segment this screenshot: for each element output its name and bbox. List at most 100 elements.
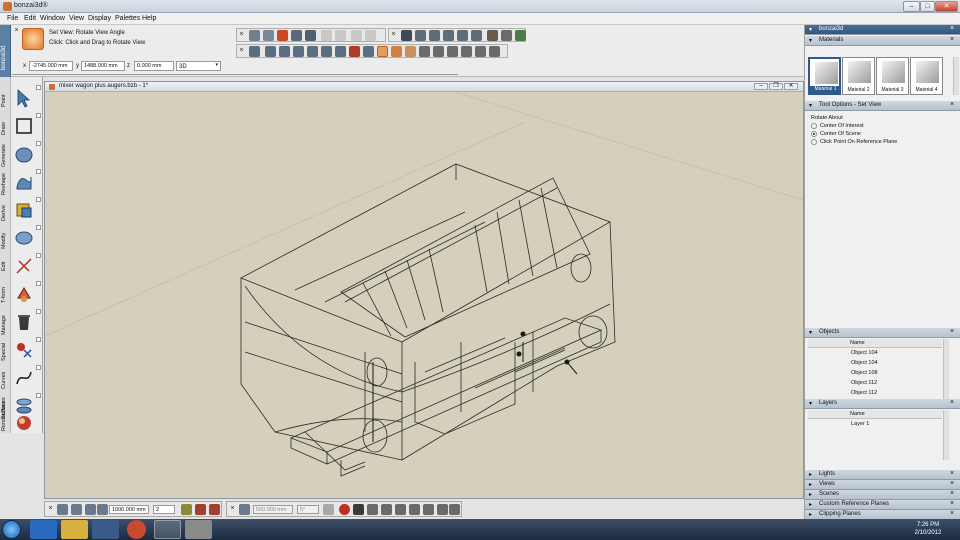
expand-icon[interactable] — [36, 169, 41, 174]
chrome-icon[interactable] — [127, 520, 146, 539]
list-item[interactable]: Layer 1 — [808, 419, 942, 429]
collapse-icon[interactable]: ▾ — [809, 26, 812, 33]
set-view-icon[interactable] — [363, 46, 374, 57]
materials-scrollbar[interactable] — [953, 57, 959, 95]
layers-header[interactable]: ▾ Layers × — [805, 399, 960, 409]
lights-header[interactable]: ▸ Lights × — [805, 470, 960, 480]
lock-icon[interactable] — [181, 504, 192, 515]
snap-angle-field[interactable]: 5° — [297, 505, 319, 514]
doc-minimize-button[interactable]: – — [754, 83, 768, 90]
import-icon[interactable] — [291, 30, 302, 41]
zoom-out-icon[interactable] — [447, 46, 458, 57]
close-icon[interactable]: × — [950, 399, 954, 406]
palette-renderzone[interactable]: RenderZone — [0, 400, 43, 433]
fit-view-icon[interactable] — [489, 46, 500, 57]
list-item[interactable]: Object 104 — [808, 348, 942, 358]
snap-tangent-icon[interactable] — [423, 504, 434, 515]
spacing-icon[interactable] — [97, 504, 108, 515]
view-bottom-icon[interactable] — [321, 46, 332, 57]
expand-icon[interactable] — [36, 337, 41, 342]
close-icon[interactable]: × — [950, 101, 954, 108]
view-axon-icon[interactable] — [335, 46, 346, 57]
close-icon[interactable]: × — [950, 500, 954, 507]
materials-header[interactable]: ▾ Materials × — [805, 36, 960, 46]
no-snap-icon[interactable] — [339, 504, 350, 515]
undo-icon[interactable] — [321, 30, 332, 41]
plane-icon[interactable] — [85, 504, 96, 515]
close-icon[interactable]: × — [950, 490, 954, 497]
menu-window[interactable]: Window — [40, 15, 65, 22]
cut-icon[interactable] — [351, 30, 362, 41]
view-top-icon[interactable] — [249, 46, 260, 57]
view-left-icon[interactable] — [293, 46, 304, 57]
new-icon[interactable] — [249, 30, 260, 41]
menu-display[interactable]: Display — [88, 15, 111, 22]
doc-close-button[interactable]: ✕ — [784, 83, 798, 90]
view-back-icon[interactable] — [307, 46, 318, 57]
explorer-icon[interactable] — [61, 520, 88, 539]
material-tile[interactable]: Material 2 — [842, 57, 875, 95]
custom-reference-planes-header[interactable]: ▸ Custom Reference Planes × — [805, 500, 960, 510]
menu-edit[interactable]: Edit — [24, 15, 36, 22]
expand-icon[interactable] — [36, 197, 41, 202]
export-icon[interactable] — [305, 30, 316, 41]
hidden-line-icon[interactable] — [415, 30, 426, 41]
snap-toggle-icon[interactable] — [209, 504, 220, 515]
minimize-button[interactable]: – — [903, 1, 920, 12]
snap-icon[interactable] — [57, 504, 68, 515]
zoom-icon[interactable] — [419, 46, 430, 57]
grid-icon[interactable] — [71, 504, 82, 515]
expand-icon[interactable] — [36, 85, 41, 90]
expand-icon[interactable] — [36, 141, 41, 146]
close-icon[interactable]: × — [390, 31, 397, 39]
zoom-window-icon[interactable] — [461, 46, 472, 57]
material-tile[interactable]: Material 1 — [808, 57, 841, 95]
pan-icon[interactable] — [405, 46, 416, 57]
rotate-view-icon[interactable] — [377, 46, 388, 57]
view-front-icon[interactable] — [265, 46, 276, 57]
preview-icon[interactable] — [443, 30, 454, 41]
expand-icon[interactable] — [36, 113, 41, 118]
perspective-icon[interactable] — [349, 46, 360, 57]
radio-center-of-scene[interactable] — [811, 131, 817, 137]
zoom-in-icon[interactable] — [433, 46, 444, 57]
view-right-icon[interactable] — [279, 46, 290, 57]
mode-select[interactable]: 3D ▾ — [176, 61, 221, 71]
snap-grid-icon[interactable] — [323, 504, 334, 515]
redo-icon[interactable] — [335, 30, 346, 41]
close-icon[interactable]: × — [950, 480, 954, 487]
render-icon[interactable] — [457, 30, 468, 41]
orbit-icon[interactable] — [391, 46, 402, 57]
x-coordinate-field[interactable]: -2745.000 mm — [29, 61, 73, 71]
checklist-icon[interactable] — [515, 30, 526, 41]
menu-palettes[interactable]: Palettes — [115, 15, 140, 22]
close-icon[interactable]: × — [229, 505, 236, 513]
expand-icon[interactable] — [36, 365, 41, 370]
distance-field[interactable]: 1000.000 mm — [109, 505, 149, 514]
snap-distance-field[interactable]: 500.000 mm — [253, 505, 293, 514]
magnet-icon[interactable] — [195, 504, 206, 515]
copy-icon[interactable] — [365, 30, 376, 41]
save-icon[interactable] — [277, 30, 288, 41]
snap-center-icon[interactable] — [381, 504, 392, 515]
radio-center-of-interest[interactable] — [811, 123, 817, 129]
maximize-button[interactable]: □ — [920, 1, 935, 12]
menu-help[interactable]: Help — [142, 15, 156, 22]
snap-surface-icon[interactable] — [449, 504, 460, 515]
close-icon[interactable]: × — [950, 36, 954, 43]
material-tile[interactable]: Material 4 — [910, 57, 943, 95]
menu-file[interactable]: File — [7, 15, 18, 22]
rotate-view-icon[interactable] — [22, 28, 44, 50]
close-icon[interactable]: × — [950, 510, 954, 517]
views-header[interactable]: ▸ Views × — [805, 480, 960, 490]
objects-scrollbar[interactable] — [943, 339, 949, 399]
bonzai-taskbar-icon[interactable] — [154, 520, 181, 539]
y-coordinate-field[interactable]: 1488.000 mm — [81, 61, 125, 71]
z-coordinate-field[interactable]: 0.000 mm — [134, 61, 174, 71]
tool-options-header[interactable]: ▾ Tool Options - Set View × — [805, 101, 960, 111]
app-taskbar-icon[interactable] — [185, 520, 212, 539]
zoom-extents-icon[interactable] — [475, 46, 486, 57]
start-button[interactable] — [2, 520, 21, 539]
ie-icon[interactable] — [30, 520, 57, 539]
radio-click-point[interactable] — [811, 139, 817, 145]
